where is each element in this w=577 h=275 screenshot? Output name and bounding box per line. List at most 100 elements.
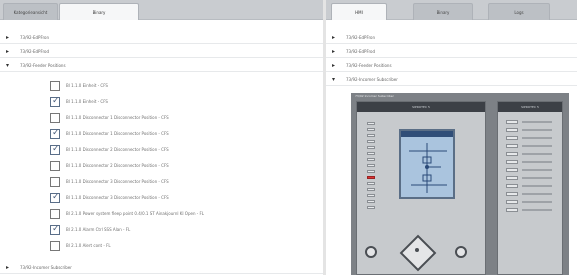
binary-signal-label: Bl 1.1.0 Disconnector 3 Disconnector Pos…: [66, 179, 169, 184]
led-indicator: [506, 136, 518, 140]
binary-signal-row[interactable]: Bl 2.1.0 Alert cont - FL: [50, 240, 323, 255]
led-indicator: [506, 192, 518, 196]
tree-item-label: 73/92-EdPFron: [346, 35, 375, 40]
binary-signal-label: Bl 1.1.0 Disconnector 2 Disconnector Pos…: [66, 147, 169, 152]
led-label-strip: [522, 161, 552, 163]
checkmark-icon: ✓: [52, 144, 60, 154]
led-indicator: [367, 134, 375, 137]
led-indicator: [506, 120, 518, 124]
checkbox[interactable]: [50, 161, 60, 171]
checkbox[interactable]: [50, 209, 60, 219]
binary-signal-row[interactable]: Bl 1.1.0 Disconnector 1 Disconnector Pos…: [50, 112, 323, 127]
led-indicator: [506, 200, 518, 204]
binary-signal-row[interactable]: ✓ Bl 1.1.0 Einheit - CFS: [50, 96, 323, 111]
device-navigation-pad[interactable]: [399, 234, 437, 272]
led-indicator: [506, 176, 518, 180]
binary-signal-row[interactable]: ✓ Bl 1.1.0 Disconnector 1 Disconnector P…: [50, 128, 323, 143]
binary-signal-row[interactable]: ✓ Bl 1.1.0 Disconnector 2 Disconnector P…: [50, 144, 323, 159]
collapsed-arrow-icon[interactable]: ▸: [6, 264, 13, 271]
alarm-led-indicator: [367, 176, 375, 179]
binary-signal-label: Bl 1.1.0 Disconnector 1 Disconnector Pos…: [66, 115, 169, 120]
expanded-arrow-icon[interactable]: ▾: [332, 76, 339, 83]
tree-item-label: 73/92-EdPFrod: [346, 49, 376, 54]
led-indicator: [367, 140, 375, 143]
tab-logs[interactable]: Logs: [488, 3, 550, 20]
tree-item-feeder-positions[interactable]: ▾ 73/92-Feeder Positions: [0, 59, 323, 72]
checkbox[interactable]: [50, 177, 60, 187]
led-label-strip: [522, 145, 552, 147]
checkbox[interactable]: ✓: [50, 144, 60, 155]
tree-item-edpfrod[interactable]: ▸ 73/92-EdPFrod: [0, 45, 323, 58]
led-label-strip: [522, 209, 552, 211]
device-hmi-panel: 73/92 Incomer Subscriber SIPROTEC 5 SIPR…: [351, 93, 569, 275]
binary-signal-label: Bl 2.1.0 Power system fleep point 0.4/0.…: [66, 211, 205, 216]
tree-item-incomer-subscriber[interactable]: ▸ 73/92-Incomer Subscriber: [0, 261, 323, 274]
tree-item-incomer-subscriber[interactable]: ▾ 73/92-Incomer Subscriber: [326, 73, 577, 86]
checkbox[interactable]: [50, 241, 60, 251]
tree-item-edpfron[interactable]: ▸ 73/92-EdPFron: [326, 31, 577, 44]
checkmark-icon: ✓: [52, 128, 60, 138]
binary-signal-label: Bl 1.1.0 Disconnector 2 Disconnector Pos…: [66, 163, 169, 168]
binary-signal-row[interactable]: Bl 1.1.0 Disconnector 2 Disconnector Pos…: [50, 160, 323, 175]
binary-signal-row[interactable]: Bl 1.1.0 Einheit - CFS: [50, 80, 323, 95]
led-indicator: [367, 182, 375, 185]
led-indicator: [506, 160, 518, 164]
led-indicator: [367, 206, 375, 209]
collapsed-arrow-icon[interactable]: ▸: [6, 48, 13, 55]
tree-item-label: 73/92-Feeder Positions: [20, 63, 66, 68]
led-indicator: [367, 164, 375, 167]
led-indicator: [506, 184, 518, 188]
checkmark-icon: ✓: [52, 192, 60, 202]
checkbox[interactable]: ✓: [50, 192, 60, 203]
checkbox[interactable]: [50, 113, 60, 123]
device-function-key[interactable]: [365, 246, 377, 258]
collapsed-arrow-icon[interactable]: ▸: [332, 62, 339, 69]
led-indicator: [367, 200, 375, 203]
checkbox[interactable]: ✓: [50, 224, 60, 235]
device-caption: 73/92 Incomer Subscriber: [355, 94, 394, 98]
checkbox[interactable]: ✓: [50, 96, 60, 107]
collapsed-arrow-icon[interactable]: ▸: [6, 34, 13, 41]
tree-item-label: 73/92-EdPFron: [20, 35, 49, 40]
led-indicator: [367, 152, 375, 155]
led-indicator: [367, 128, 375, 131]
tree-item-label: 73/92-Incomer Subscriber: [346, 77, 398, 82]
tab-binary[interactable]: Binary: [413, 3, 473, 20]
tree-item-label: 73/92-Feeder Positions: [346, 63, 392, 68]
led-indicator: [367, 146, 375, 149]
tree-item-edpfrod[interactable]: ▸ 73/92-EdPFrod: [326, 45, 577, 58]
device-brand-label: SIPROTEC 5: [498, 102, 562, 112]
tab-binary[interactable]: Binary: [59, 3, 139, 20]
tree-item-edpfron[interactable]: ▸ 73/92-EdPFron: [0, 31, 323, 44]
binary-signal-label: Bl 1.1.0 Einheit - CFS: [66, 83, 108, 88]
device-function-key[interactable]: [455, 246, 467, 258]
binary-signal-label: Bl 1.1.0 Einheit - CFS: [66, 99, 108, 104]
binary-signal-row[interactable]: ✓ Bl 2.1.0 Alarm Ctrl SSS Alan - FL: [50, 224, 323, 239]
led-label-strip: [522, 121, 552, 123]
led-indicator: [367, 194, 375, 197]
led-indicator: [367, 158, 375, 161]
right-tab-bar: HMI Binary Logs: [326, 0, 577, 20]
collapsed-arrow-icon[interactable]: ▸: [332, 34, 339, 41]
led-indicator: [506, 128, 518, 132]
led-label-strip: [522, 137, 552, 139]
led-indicator: [367, 170, 375, 173]
led-label-strip: [522, 129, 552, 131]
binary-signal-row[interactable]: Bl 2.1.0 Power system fleep point 0.4/0.…: [50, 208, 323, 223]
led-indicator: [506, 208, 518, 212]
binary-signal-row[interactable]: Bl 1.1.0 Disconnector 3 Disconnector Pos…: [50, 176, 323, 191]
checkmark-icon: ✓: [52, 224, 60, 234]
led-indicator: [367, 122, 375, 125]
binary-signal-row[interactable]: ✓ Bl 1.1.0 Disconnector 3 Disconnector P…: [50, 192, 323, 207]
led-indicator: [367, 188, 375, 191]
checkbox[interactable]: [50, 81, 60, 91]
binary-signal-label: Bl 1.1.0 Disconnector 1 Disconnector Pos…: [66, 131, 169, 136]
collapsed-arrow-icon[interactable]: ▸: [332, 48, 339, 55]
led-indicator: [506, 168, 518, 172]
tree-item-feeder-positions[interactable]: ▸ 73/92-Feeder Positions: [326, 59, 577, 72]
single-line-diagram-icon: [409, 143, 447, 193]
checkbox[interactable]: ✓: [50, 128, 60, 139]
tab-category-view[interactable]: Kategorieansicht: [3, 3, 58, 20]
expanded-arrow-icon[interactable]: ▾: [6, 62, 13, 69]
tab-hmi[interactable]: HMI: [331, 3, 387, 20]
